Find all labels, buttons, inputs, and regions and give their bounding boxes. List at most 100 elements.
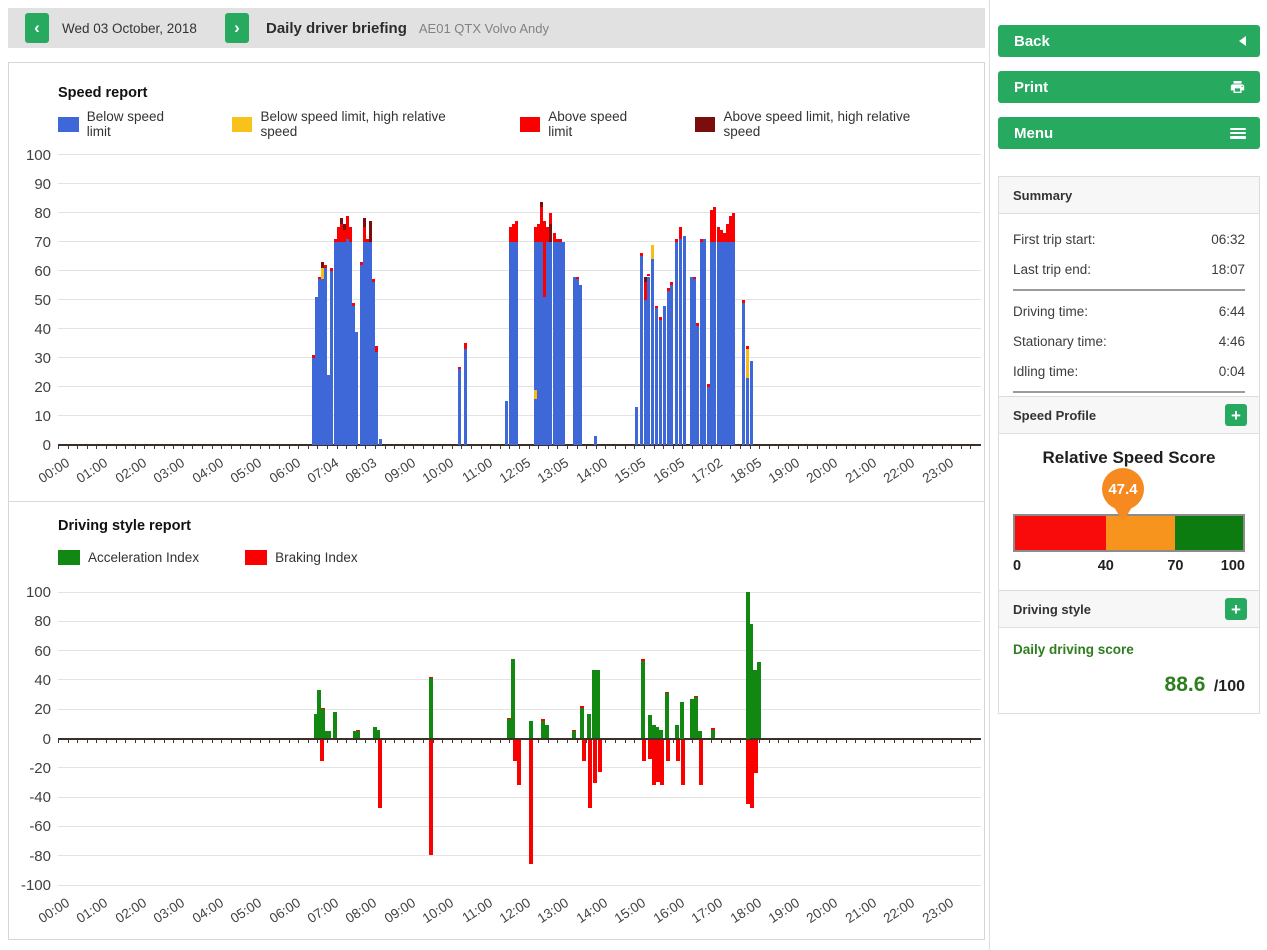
braking-bar (588, 740, 592, 809)
axis-tick (250, 740, 251, 743)
menu-button[interactable]: Menu (998, 117, 1260, 149)
y-tick-label: 10 (15, 408, 51, 425)
summary-row-value: 06:32 (1211, 232, 1245, 247)
y-tick-label: 30 (15, 350, 51, 367)
axis-tick (663, 446, 664, 449)
axis-tick (721, 446, 722, 449)
speed-bar-segment (515, 242, 518, 445)
gridline (58, 357, 981, 358)
gridline (58, 826, 981, 827)
axis-tick (192, 446, 193, 449)
acceleration-bar (596, 670, 600, 739)
next-day-button[interactable]: › (225, 13, 249, 43)
axis-tick (231, 446, 232, 449)
speed-bar-segment (696, 326, 699, 445)
summary-row: Idling time:0:04 (999, 356, 1259, 386)
axis-tick (884, 446, 885, 449)
axis-tick (269, 740, 270, 743)
gridline (58, 797, 981, 798)
legend-item: Above speed limit, high relative speed (695, 109, 938, 139)
summary-title: Summary (1013, 188, 1247, 203)
axis-tick (433, 446, 434, 449)
axis-tick (490, 740, 491, 743)
axis-tick (942, 740, 943, 743)
daily-driving-score-row: 88.6 /100 (1013, 673, 1245, 697)
axis-tick (529, 446, 530, 449)
speed-bar-segment (352, 303, 355, 306)
back-button[interactable]: Back (998, 25, 1260, 57)
braking-bar (666, 740, 670, 762)
previous-day-button[interactable]: ‹ (25, 13, 49, 43)
axis-tick (212, 740, 213, 743)
axis-tick (769, 446, 770, 449)
printer-icon (1229, 79, 1246, 95)
axis-tick (356, 446, 357, 449)
driving-style-title: Driving style (1013, 602, 1225, 617)
axis-tick (375, 446, 376, 449)
axis-tick (759, 446, 760, 449)
axis-tick (404, 446, 405, 449)
legend-swatch (520, 117, 541, 132)
expand-driving-style-button[interactable]: + (1225, 598, 1247, 620)
speed-bar-segment (562, 242, 565, 445)
axis-tick (125, 740, 126, 743)
axis-tick (202, 740, 203, 743)
gridline (58, 415, 981, 416)
axis-tick (586, 446, 587, 449)
axis-tick (404, 740, 405, 743)
axis-tick (58, 446, 59, 449)
speed-profile-card-header: Speed Profile + (999, 397, 1259, 434)
summary-row-label: Idling time: (1013, 364, 1078, 379)
speed-bar-segment (746, 378, 749, 445)
axis-tick (144, 446, 145, 449)
axis-tick (423, 740, 424, 743)
expand-speed-profile-button[interactable]: + (1225, 404, 1247, 426)
page-title: Daily driver briefing (266, 20, 407, 37)
driving-style-report-title: Driving style report (58, 518, 191, 534)
summary-divider (1013, 289, 1245, 291)
speed-bar-segment (644, 282, 647, 299)
gauge-scale-label: 40 (1098, 558, 1114, 574)
axis-tick (183, 446, 184, 449)
axis-tick (471, 446, 472, 449)
speed-bar-segment (375, 352, 378, 445)
axis-tick (778, 446, 779, 449)
acceleration-bar (694, 697, 698, 738)
axis-tick (106, 740, 107, 743)
acceleration-bar (327, 731, 331, 738)
speed-profile-title: Speed Profile (1013, 408, 1225, 423)
axis-tick (826, 740, 827, 743)
axis-tick (855, 740, 856, 743)
axis-tick (298, 740, 299, 743)
axis-tick (846, 446, 847, 449)
legend-swatch (695, 117, 716, 132)
legend-label: Acceleration Index (88, 550, 199, 565)
axis-tick (654, 446, 655, 449)
speed-bar-segment (372, 279, 375, 282)
axis-tick (413, 740, 414, 743)
acceleration-bar (680, 702, 684, 739)
summary-row: Stationary time:4:46 (999, 326, 1259, 356)
legend-swatch (58, 550, 80, 565)
speed-bar-segment (655, 308, 658, 445)
braking-cap (694, 696, 698, 697)
legend-label: Braking Index (275, 550, 358, 565)
summary-row: First trip start:06:32 (999, 224, 1259, 254)
axis-tick (481, 446, 482, 449)
axis-tick (164, 446, 165, 449)
back-arrow-icon (1239, 36, 1246, 46)
axis-tick (759, 740, 760, 743)
gridline (58, 328, 981, 329)
axis-tick (644, 446, 645, 449)
y-tick-label: 100 (15, 147, 51, 164)
acceleration-bar (641, 661, 645, 739)
axis-tick (894, 446, 895, 449)
axis-tick (269, 446, 270, 449)
axis-tick (231, 740, 232, 743)
axis-tick (557, 740, 558, 743)
print-button[interactable]: Print (998, 71, 1260, 103)
acceleration-bar (507, 719, 511, 738)
speed-bar-segment (750, 361, 753, 445)
speed-bar-segment (369, 221, 372, 241)
axis-tick (96, 446, 97, 449)
